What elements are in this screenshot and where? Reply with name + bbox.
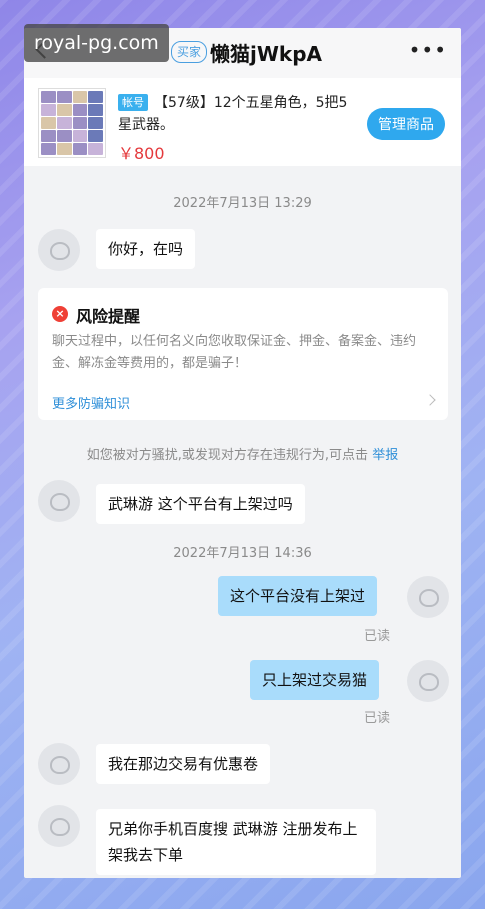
account-tag: 帐号 bbox=[118, 94, 148, 111]
product-price: ￥800 bbox=[118, 144, 165, 163]
timestamp: 2022年7月13日 13:29 bbox=[173, 196, 312, 211]
message-bubble-incoming: 兄弟你手机百度搜 武琳游 注册发布上架我去下单 bbox=[96, 809, 376, 875]
risk-warning-card: × 风险提醒 聊天过程中，以任何名义向您收取保证金、押金、备案金、违约金、解冻金… bbox=[38, 288, 448, 420]
report-text: 如您被对方骚扰,或发现对方存在违规行为,可点击 bbox=[86, 448, 369, 463]
read-receipt: 已读 bbox=[364, 711, 391, 726]
avatar[interactable] bbox=[407, 660, 449, 702]
risk-title: 风险提醒 bbox=[76, 307, 141, 326]
avatar[interactable] bbox=[407, 576, 449, 618]
message-bubble-outgoing: 这个平台没有上架过 bbox=[218, 576, 378, 616]
more-options-icon[interactable]: ••• bbox=[409, 38, 447, 62]
anti-fraud-link[interactable]: 更多防骗知识 bbox=[52, 393, 130, 412]
message-bubble-outgoing: 只上架过交易猫 bbox=[250, 660, 380, 700]
avatar[interactable] bbox=[38, 805, 80, 847]
avatar[interactable] bbox=[38, 229, 80, 271]
product-card[interactable]: 【57级】12个五星角色，5把5星武器。 帐号 ￥800 管理商品 bbox=[24, 78, 461, 166]
warning-icon: × bbox=[52, 306, 68, 322]
watermark: royal-pg.com bbox=[24, 24, 169, 62]
report-notice: 如您被对方骚扰,或发现对方存在违规行为,可点击 举报 bbox=[24, 444, 461, 463]
timestamp: 2022年7月13日 14:36 bbox=[173, 546, 312, 561]
chat-username: 懒猫jWkpA bbox=[210, 42, 323, 66]
product-title: 【57级】12个五星角色，5把5星武器。 bbox=[118, 95, 348, 133]
message-bubble-incoming: 武琳游 这个平台有上架过吗 bbox=[96, 484, 305, 524]
message-bubble-incoming: 我在那边交易有优惠卷 bbox=[96, 744, 271, 784]
buyer-badge: 买家 bbox=[171, 41, 208, 63]
read-receipt: 已读 bbox=[364, 629, 391, 644]
product-thumbnail bbox=[38, 88, 106, 158]
chat-screen: 买家 懒猫jWkpA ••• 【57级】12个五星角色，5把5星武器。 帐号 ￥… bbox=[24, 28, 461, 878]
risk-text: 聊天过程中，以任何名义向您收取保证金、押金、备案金、违约金、解冻金等费用的，都是… bbox=[52, 334, 417, 371]
avatar[interactable] bbox=[38, 480, 80, 522]
manage-product-button[interactable]: 管理商品 bbox=[367, 108, 445, 140]
message-bubble-incoming: 你好，在吗 bbox=[96, 229, 196, 269]
report-link[interactable]: 举报 bbox=[372, 448, 398, 463]
avatar[interactable] bbox=[38, 743, 80, 785]
chevron-right-icon[interactable] bbox=[424, 394, 436, 406]
